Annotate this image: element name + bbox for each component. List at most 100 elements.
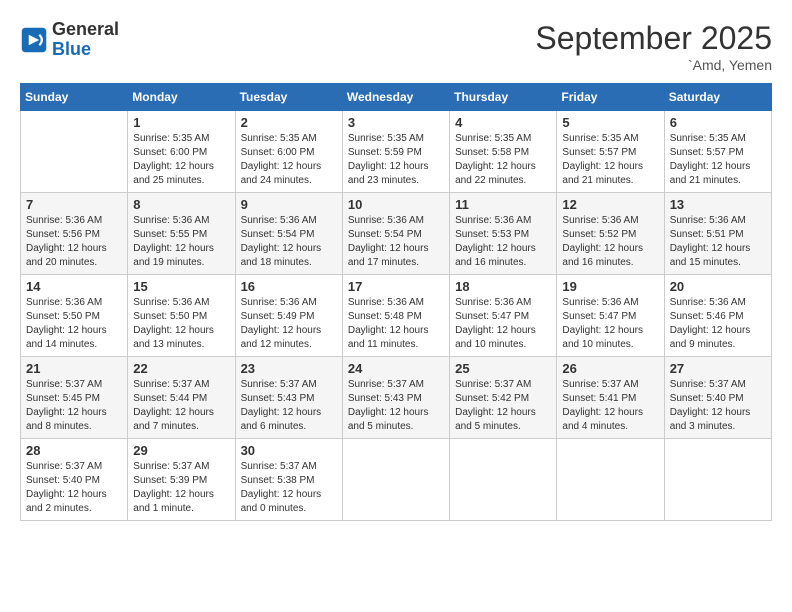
cell-info: Sunrise: 5:35 AM Sunset: 5:57 PM Dayligh… xyxy=(670,132,766,188)
cell-info: Sunrise: 5:36 AM Sunset: 5:51 PM Dayligh… xyxy=(670,214,766,270)
calendar-cell: 26 Sunrise: 5:37 AM Sunset: 5:41 PM Dayli… xyxy=(557,357,664,439)
day-number: 9 xyxy=(241,197,337,212)
calendar-cell xyxy=(557,439,664,521)
cell-info: Sunrise: 5:36 AM Sunset: 5:50 PM Dayligh… xyxy=(133,296,229,352)
cell-info: Sunrise: 5:36 AM Sunset: 5:54 PM Dayligh… xyxy=(348,214,444,270)
weekday-header-saturday: Saturday xyxy=(664,84,771,111)
calendar-cell: 10Sunrise: 5:36 AM Sunset: 5:54 PM Dayli… xyxy=(342,193,449,275)
calendar-cell: 14Sunrise: 5:36 AM Sunset: 5:50 PM Dayli… xyxy=(21,275,128,357)
calendar-cell: 24Sunrise: 5:37 AM Sunset: 5:43 PM Dayli… xyxy=(342,357,449,439)
cell-info: Sunrise: 5:36 AM Sunset: 5:50 PM Dayligh… xyxy=(26,296,122,352)
cell-info: Sunrise: 5:36 AM Sunset: 5:52 PM Dayligh… xyxy=(562,214,658,270)
calendar-cell xyxy=(21,111,128,193)
cell-info: Sunrise: 5:37 AM Sunset: 5:43 PM Dayligh… xyxy=(241,378,337,434)
logo-icon xyxy=(20,26,48,54)
calendar-cell xyxy=(342,439,449,521)
day-number: 19 xyxy=(562,279,658,294)
calendar-cell: 19 Sunrise: 5:36 AM Sunset: 5:47 PM Dayli… xyxy=(557,275,664,357)
calendar-cell: 8 Sunrise: 5:36 AM Sunset: 5:55 PM Daylig… xyxy=(128,193,235,275)
calendar-cell: 18 Sunrise: 5:36 AM Sunset: 5:47 PM Dayli… xyxy=(450,275,557,357)
calendar-cell: 12 Sunrise: 5:36 AM Sunset: 5:52 PM Dayli… xyxy=(557,193,664,275)
calendar-cell: 15Sunrise: 5:36 AM Sunset: 5:50 PM Dayli… xyxy=(128,275,235,357)
day-number: 5 xyxy=(562,115,658,130)
cell-info: Sunrise: 5:37 AM Sunset: 5:40 PM Dayligh… xyxy=(26,460,122,516)
calendar-cell: 5 Sunrise: 5:35 AM Sunset: 5:57 PM Daylig… xyxy=(557,111,664,193)
day-number: 17 xyxy=(348,279,444,294)
day-number: 22 xyxy=(133,361,229,376)
day-number: 6 xyxy=(670,115,766,130)
calendar-cell: 30Sunrise: 5:37 AM Sunset: 5:38 PM Dayli… xyxy=(235,439,342,521)
cell-info: Sunrise: 5:35 AM Sunset: 6:00 PM Dayligh… xyxy=(241,132,337,188)
weekday-header-thursday: Thursday xyxy=(450,84,557,111)
calendar-cell: 22 Sunrise: 5:37 AM Sunset: 5:44 PM Dayli… xyxy=(128,357,235,439)
title-block: September 2025 `Amd, Yemen xyxy=(535,20,772,73)
cell-info: Sunrise: 5:36 AM Sunset: 5:47 PM Dayligh… xyxy=(562,296,658,352)
calendar-cell: 7 Sunrise: 5:36 AM Sunset: 5:56 PM Daylig… xyxy=(21,193,128,275)
calendar-week-5: 28 Sunrise: 5:37 AM Sunset: 5:40 PM Dayli… xyxy=(21,439,772,521)
day-number: 29 xyxy=(133,443,229,458)
cell-info: Sunrise: 5:35 AM Sunset: 5:58 PM Dayligh… xyxy=(455,132,551,188)
day-number: 25 xyxy=(455,361,551,376)
weekday-header-wednesday: Wednesday xyxy=(342,84,449,111)
calendar-cell: 11Sunrise: 5:36 AM Sunset: 5:53 PM Dayli… xyxy=(450,193,557,275)
weekday-header-sunday: Sunday xyxy=(21,84,128,111)
cell-info: Sunrise: 5:37 AM Sunset: 5:40 PM Dayligh… xyxy=(670,378,766,434)
calendar-cell: 1 Sunrise: 5:35 AM Sunset: 6:00 PM Daylig… xyxy=(128,111,235,193)
day-number: 16 xyxy=(241,279,337,294)
cell-info: Sunrise: 5:37 AM Sunset: 5:44 PM Dayligh… xyxy=(133,378,229,434)
calendar-cell xyxy=(450,439,557,521)
day-number: 27 xyxy=(670,361,766,376)
cell-info: Sunrise: 5:36 AM Sunset: 5:49 PM Dayligh… xyxy=(241,296,337,352)
day-number: 21 xyxy=(26,361,122,376)
cell-info: Sunrise: 5:36 AM Sunset: 5:48 PM Dayligh… xyxy=(348,296,444,352)
calendar-cell: 4Sunrise: 5:35 AM Sunset: 5:58 PM Daylig… xyxy=(450,111,557,193)
calendar-cell xyxy=(664,439,771,521)
calendar-cell: 9 Sunrise: 5:36 AM Sunset: 5:54 PM Daylig… xyxy=(235,193,342,275)
logo: General Blue xyxy=(20,20,119,60)
calendar-cell: 29 Sunrise: 5:37 AM Sunset: 5:39 PM Dayli… xyxy=(128,439,235,521)
logo-line1: General xyxy=(52,20,119,40)
location: `Amd, Yemen xyxy=(535,57,772,73)
day-number: 18 xyxy=(455,279,551,294)
cell-info: Sunrise: 5:37 AM Sunset: 5:39 PM Dayligh… xyxy=(133,460,229,516)
calendar-cell: 3Sunrise: 5:35 AM Sunset: 5:59 PM Daylig… xyxy=(342,111,449,193)
calendar-cell: 13 Sunrise: 5:36 AM Sunset: 5:51 PM Dayli… xyxy=(664,193,771,275)
calendar-cell: 17 Sunrise: 5:36 AM Sunset: 5:48 PM Dayli… xyxy=(342,275,449,357)
day-number: 11 xyxy=(455,197,551,212)
day-number: 2 xyxy=(241,115,337,130)
cell-info: Sunrise: 5:36 AM Sunset: 5:54 PM Dayligh… xyxy=(241,214,337,270)
day-number: 28 xyxy=(26,443,122,458)
cell-info: Sunrise: 5:36 AM Sunset: 5:56 PM Dayligh… xyxy=(26,214,122,270)
page-header: General Blue September 2025 `Amd, Yemen xyxy=(20,20,772,73)
month-title: September 2025 xyxy=(535,20,772,57)
weekday-header-friday: Friday xyxy=(557,84,664,111)
cell-info: Sunrise: 5:36 AM Sunset: 5:46 PM Dayligh… xyxy=(670,296,766,352)
day-number: 26 xyxy=(562,361,658,376)
weekday-header-tuesday: Tuesday xyxy=(235,84,342,111)
cell-info: Sunrise: 5:37 AM Sunset: 5:41 PM Dayligh… xyxy=(562,378,658,434)
cell-info: Sunrise: 5:36 AM Sunset: 5:47 PM Dayligh… xyxy=(455,296,551,352)
cell-info: Sunrise: 5:35 AM Sunset: 5:57 PM Dayligh… xyxy=(562,132,658,188)
weekday-header-monday: Monday xyxy=(128,84,235,111)
calendar-cell: 27 Sunrise: 5:37 AM Sunset: 5:40 PM Dayli… xyxy=(664,357,771,439)
calendar-cell: 20Sunrise: 5:36 AM Sunset: 5:46 PM Dayli… xyxy=(664,275,771,357)
cell-info: Sunrise: 5:37 AM Sunset: 5:43 PM Dayligh… xyxy=(348,378,444,434)
day-number: 8 xyxy=(133,197,229,212)
calendar-cell: 25 Sunrise: 5:37 AM Sunset: 5:42 PM Dayli… xyxy=(450,357,557,439)
calendar-cell: 21Sunrise: 5:37 AM Sunset: 5:45 PM Dayli… xyxy=(21,357,128,439)
calendar-cell: 23Sunrise: 5:37 AM Sunset: 5:43 PM Dayli… xyxy=(235,357,342,439)
day-number: 7 xyxy=(26,197,122,212)
cell-info: Sunrise: 5:36 AM Sunset: 5:55 PM Dayligh… xyxy=(133,214,229,270)
day-number: 13 xyxy=(670,197,766,212)
day-number: 1 xyxy=(133,115,229,130)
calendar-cell: 2 Sunrise: 5:35 AM Sunset: 6:00 PM Daylig… xyxy=(235,111,342,193)
cell-info: Sunrise: 5:37 AM Sunset: 5:38 PM Dayligh… xyxy=(241,460,337,516)
calendar-cell: 16 Sunrise: 5:36 AM Sunset: 5:49 PM Dayli… xyxy=(235,275,342,357)
calendar-week-2: 7 Sunrise: 5:36 AM Sunset: 5:56 PM Daylig… xyxy=(21,193,772,275)
calendar-cell: 6 Sunrise: 5:35 AM Sunset: 5:57 PM Daylig… xyxy=(664,111,771,193)
cell-info: Sunrise: 5:35 AM Sunset: 6:00 PM Dayligh… xyxy=(133,132,229,188)
calendar-week-1: 1 Sunrise: 5:35 AM Sunset: 6:00 PM Daylig… xyxy=(21,111,772,193)
day-number: 12 xyxy=(562,197,658,212)
cell-info: Sunrise: 5:37 AM Sunset: 5:42 PM Dayligh… xyxy=(455,378,551,434)
calendar-table: SundayMondayTuesdayWednesdayThursdayFrid… xyxy=(20,83,772,521)
